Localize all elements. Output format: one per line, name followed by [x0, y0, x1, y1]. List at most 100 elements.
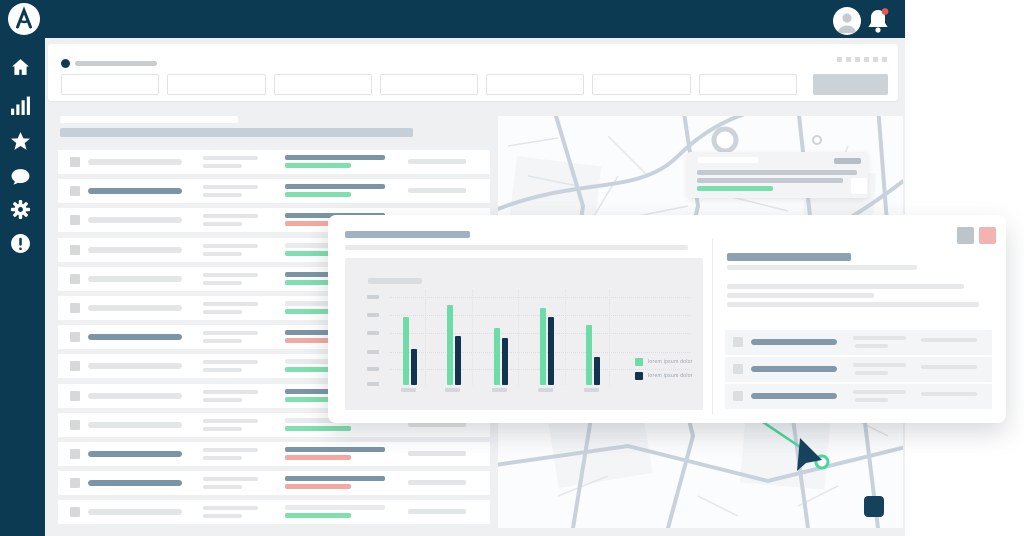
filter-input-6[interactable]: [592, 74, 691, 95]
menu-dot: [855, 57, 860, 62]
gridline-vertical: [518, 290, 519, 386]
row-checkbox[interactable]: [70, 273, 80, 284]
item-checkbox[interactable]: [733, 391, 743, 401]
user-avatar[interactable]: [833, 7, 861, 35]
page-title-placeholder: [75, 61, 157, 66]
row-name-line: [88, 334, 182, 341]
table-row[interactable]: [58, 471, 490, 496]
row-status-line: [285, 155, 385, 160]
row-detail-line: [203, 360, 258, 365]
y-axis-tick: [367, 295, 379, 299]
row-checkbox[interactable]: [70, 332, 80, 343]
detail-list-item[interactable]: [725, 384, 992, 409]
menu-dot: [846, 57, 851, 62]
paragraph-line: [727, 284, 964, 289]
detail-overlay-card: lorem ipsum dolor lorem ipsum dolor: [328, 215, 1006, 423]
table-header-bar: [60, 128, 413, 137]
row-name-line: [88, 217, 182, 224]
item-detail-line: [855, 344, 888, 348]
bar-series2-group2: [455, 336, 461, 385]
table-row[interactable]: [58, 179, 490, 204]
row-checkbox[interactable]: [70, 244, 80, 255]
sidebar-item-home[interactable]: [10, 57, 31, 78]
pink-action-button[interactable]: [979, 227, 996, 244]
row-checkbox[interactable]: [70, 157, 80, 167]
apply-filters-button[interactable]: [813, 74, 888, 95]
sidebar-item-favorites[interactable]: [10, 131, 31, 152]
filter-input-2[interactable]: [167, 74, 266, 95]
row-detail-line: [203, 506, 258, 511]
item-title-line: [751, 366, 837, 372]
item-detail-line: [853, 363, 906, 367]
row-detail-line: [203, 331, 258, 336]
notifications-button[interactable]: [866, 7, 890, 34]
bar-series2-group3: [502, 338, 508, 385]
row-detail-line: [203, 280, 242, 285]
card-divider: [712, 239, 713, 415]
row-name-line: [88, 421, 182, 428]
item-checkbox[interactable]: [733, 337, 743, 347]
item-detail-line: [855, 398, 888, 402]
row-status-line: [285, 446, 385, 452]
app-window: lorem ipsum dolor lorem ipsum dolor: [0, 0, 1024, 536]
row-detail-line: [203, 426, 242, 431]
item-detail-line: [853, 336, 906, 340]
filter-input-5[interactable]: [486, 74, 585, 95]
sidebar-item-settings[interactable]: [10, 199, 31, 220]
detail-list-item[interactable]: [725, 330, 992, 355]
detail-list-item[interactable]: [725, 357, 992, 382]
row-checkbox[interactable]: [70, 448, 80, 459]
row-detail-line: [203, 514, 242, 519]
tooltip-thumb-button[interactable]: [851, 178, 867, 194]
legend-swatch: [635, 372, 643, 380]
row-name-line: [88, 450, 182, 457]
bar-series2-group5: [594, 357, 600, 385]
sidebar-item-analytics[interactable]: [10, 95, 31, 116]
paragraph-line: [727, 293, 874, 298]
row-accent-line: [285, 454, 351, 460]
row-checkbox[interactable]: [70, 507, 80, 518]
detail-list: [725, 330, 992, 411]
chart-legend: lorem ipsum dolor lorem ipsum dolor: [635, 358, 693, 386]
row-checkbox[interactable]: [70, 478, 80, 489]
row-detail-line: [203, 389, 258, 394]
row-detail-line: [203, 156, 258, 160]
row-checkbox[interactable]: [70, 390, 80, 401]
row-meta-line: [408, 480, 466, 486]
table-row[interactable]: [58, 150, 490, 174]
bar-series1-group5: [586, 325, 592, 385]
app-logo[interactable]: [8, 3, 40, 35]
filter-input-1[interactable]: [61, 74, 160, 95]
tooltip-line: [697, 170, 857, 175]
gear-icon: [10, 199, 31, 220]
table-row[interactable]: [58, 441, 490, 466]
table-row[interactable]: [58, 500, 490, 525]
row-meta-line: [408, 188, 466, 194]
row-name-line: [88, 275, 182, 282]
row-checkbox[interactable]: [70, 361, 80, 372]
card-subtitle-placeholder: [345, 245, 688, 250]
bar-series2-group4: [548, 317, 554, 385]
row-detail-line: [203, 301, 258, 306]
item-checkbox[interactable]: [733, 364, 743, 374]
item-title-line: [751, 339, 837, 345]
map-control-button[interactable]: [864, 496, 884, 517]
row-detail-line: [203, 309, 242, 314]
menu-dot: [882, 57, 887, 62]
gray-action-button[interactable]: [957, 227, 974, 244]
toolbar-menu-dots[interactable]: [837, 57, 887, 62]
filter-toolbar: [48, 44, 898, 101]
sidebar-item-messages[interactable]: [10, 166, 31, 187]
filter-input-4[interactable]: [379, 74, 479, 95]
row-checkbox[interactable]: [70, 419, 80, 430]
sidebar-item-alerts[interactable]: [10, 233, 31, 254]
row-checkbox[interactable]: [70, 186, 80, 197]
filter-input-7[interactable]: [698, 74, 798, 95]
filter-input-3[interactable]: [273, 74, 372, 95]
row-name-line: [88, 304, 182, 311]
row-name-line: [88, 159, 182, 165]
row-detail-line: [203, 164, 242, 168]
row-checkbox[interactable]: [70, 302, 80, 313]
panel-subtitle-placeholder: [727, 265, 917, 270]
row-checkbox[interactable]: [70, 215, 80, 226]
